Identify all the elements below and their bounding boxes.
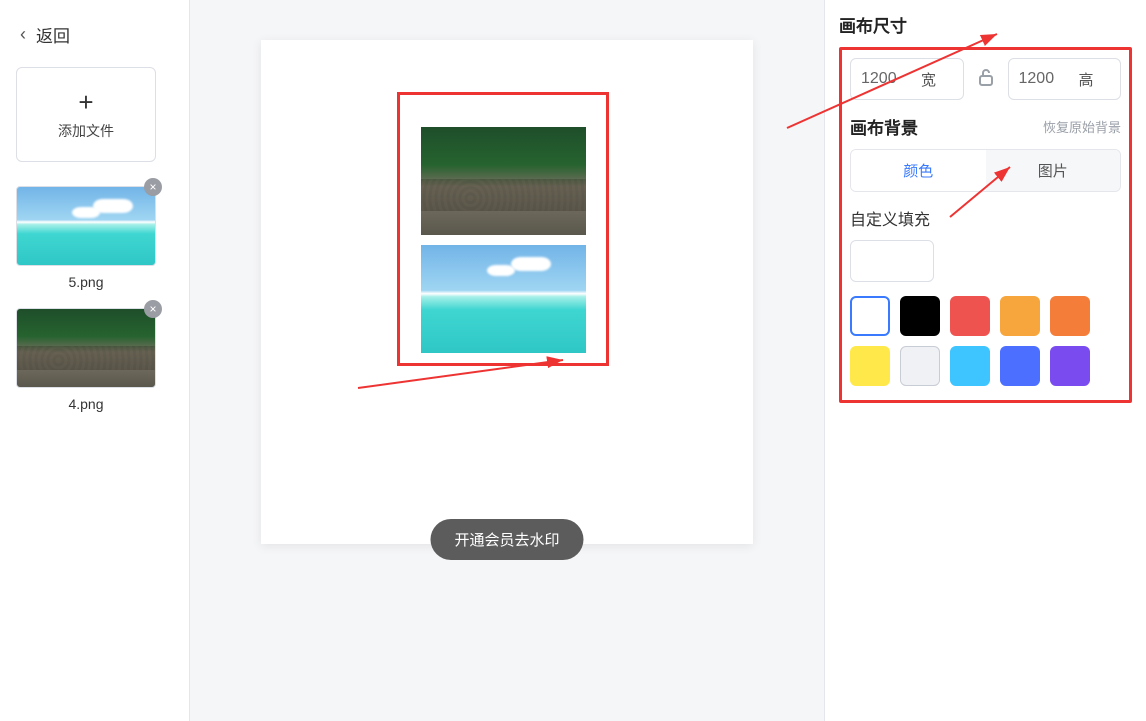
color-swatch[interactable] bbox=[950, 346, 990, 386]
restore-bg-button[interactable]: 恢复原始背景 bbox=[1043, 117, 1121, 136]
canvas-size-title: 画布尺寸 bbox=[839, 12, 1132, 37]
plus-icon: + bbox=[78, 89, 93, 115]
color-swatch[interactable] bbox=[850, 296, 890, 336]
color-swatch[interactable] bbox=[1050, 296, 1090, 336]
color-swatch[interactable] bbox=[900, 346, 940, 386]
chevron-left-icon: ‹ bbox=[20, 24, 26, 45]
color-swatch[interactable] bbox=[1000, 346, 1040, 386]
annotation-box bbox=[397, 92, 609, 366]
thumbnail-item[interactable]: × bbox=[16, 186, 156, 266]
canvas-image[interactable] bbox=[421, 245, 586, 353]
remove-watermark-button[interactable]: 开通会员去水印 bbox=[430, 519, 583, 560]
close-icon[interactable]: × bbox=[144, 300, 162, 318]
color-swatch[interactable] bbox=[850, 346, 890, 386]
back-label: 返回 bbox=[36, 22, 70, 47]
height-value[interactable] bbox=[1019, 70, 1079, 88]
canvas-page[interactable]: 开通会员去水印 bbox=[261, 40, 753, 544]
color-swatch[interactable] bbox=[1050, 346, 1090, 386]
tab-color[interactable]: 颜色 bbox=[851, 150, 986, 191]
thumbnail-name: 5.png bbox=[16, 274, 156, 290]
height-input[interactable]: 高 bbox=[1008, 58, 1122, 100]
annotation-box: 宽 高 画布背景 恢复原始背景 颜色 图片 自定义填充 bbox=[839, 47, 1132, 403]
lock-aspect-icon[interactable] bbox=[974, 65, 998, 94]
bg-mode-tabs: 颜色 图片 bbox=[850, 149, 1121, 192]
canvas-bg-title: 画布背景 bbox=[850, 114, 918, 139]
width-suffix: 宽 bbox=[921, 69, 936, 90]
thumbnail-item[interactable]: × bbox=[16, 308, 156, 388]
add-file-label: 添加文件 bbox=[58, 121, 114, 141]
canvas-size-row: 宽 高 bbox=[850, 58, 1121, 100]
sidebar: ‹ 返回 + 添加文件 × 5.png × 4.png bbox=[0, 0, 190, 721]
width-value[interactable] bbox=[861, 70, 921, 88]
custom-fill-label: 自定义填充 bbox=[850, 206, 1121, 230]
color-swatch-row bbox=[850, 296, 1121, 386]
thumbnail-image bbox=[16, 186, 156, 266]
close-icon[interactable]: × bbox=[144, 178, 162, 196]
width-input[interactable]: 宽 bbox=[850, 58, 964, 100]
color-swatch[interactable] bbox=[1000, 296, 1040, 336]
thumbnail-image bbox=[16, 308, 156, 388]
thumbnail-name: 4.png bbox=[16, 396, 156, 412]
color-swatch[interactable] bbox=[900, 296, 940, 336]
properties-panel: 画布尺寸 宽 高 画布背景 恢复原始背景 颜色 bbox=[824, 0, 1146, 721]
canvas-area: 开通会员去水印 bbox=[190, 0, 824, 721]
back-button[interactable]: ‹ 返回 bbox=[16, 10, 173, 67]
color-swatch[interactable] bbox=[950, 296, 990, 336]
add-file-button[interactable]: + 添加文件 bbox=[16, 67, 156, 162]
height-suffix: 高 bbox=[1079, 69, 1094, 90]
custom-color-swatch[interactable] bbox=[850, 240, 934, 282]
tab-image[interactable]: 图片 bbox=[986, 150, 1121, 191]
canvas-image[interactable] bbox=[421, 127, 586, 235]
